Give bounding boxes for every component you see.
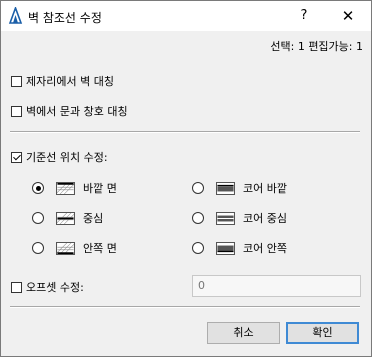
position-option-inside-face[interactable]: 안쪽 면 (32, 240, 117, 256)
cancel-button[interactable]: 취소 (207, 322, 280, 344)
core-inside-icon (216, 241, 235, 255)
position-label: 안쪽 면 (83, 242, 117, 255)
divider (10, 306, 360, 308)
offset-checkbox[interactable] (11, 281, 22, 293)
core-outside-icon (216, 181, 235, 195)
position-radio[interactable] (192, 242, 204, 254)
core-center-icon (216, 211, 235, 225)
position-radio[interactable] (192, 182, 204, 194)
position-radio[interactable] (192, 212, 204, 224)
position-option-center[interactable]: 중심 (32, 210, 103, 226)
close-button[interactable]: ✕ (335, 5, 361, 27)
wall-center-icon (56, 211, 75, 225)
position-label: 코어 중심 (243, 212, 287, 225)
position-label: 코어 바깥 (243, 182, 287, 195)
ok-button[interactable]: 확인 (286, 322, 359, 344)
position-radio[interactable] (32, 212, 44, 224)
position-radio[interactable] (32, 242, 44, 254)
offset-option[interactable]: 오프셋 수정: (11, 279, 84, 295)
position-option-core-outside[interactable]: 코어 바깥 (192, 180, 287, 196)
position-option-core-inside[interactable]: 코어 안쪽 (192, 240, 287, 256)
dialog-title: 벽 참조선 수정 (28, 11, 102, 25)
position-label: 코어 안쪽 (243, 242, 287, 255)
offset-label: 오프셋 수정: (26, 281, 84, 294)
mirror-doors-windows-option[interactable]: 벽에서 문과 창호 대칭 (11, 103, 128, 119)
help-button[interactable]: ? (292, 5, 316, 27)
wall-outside-face-icon (56, 181, 75, 195)
title-bar: 벽 참조선 수정 ? ✕ (1, 1, 371, 31)
reference-line-position-label: 기준선 위치 수정: (26, 151, 108, 164)
archicad-app-icon (8, 7, 23, 24)
position-option-outside-face[interactable]: 바깥 면 (32, 180, 117, 196)
position-option-core-center[interactable]: 코어 중심 (192, 210, 287, 226)
position-label: 바깥 면 (83, 182, 117, 195)
mirror-doors-windows-checkbox[interactable] (11, 105, 22, 117)
position-radio[interactable] (32, 182, 44, 194)
reference-line-position-option[interactable]: 기준선 위치 수정: (11, 149, 108, 165)
wall-reference-line-dialog: 벽 참조선 수정 ? ✕ 선택: 1 편집가능: 1 제자리에서 벽 대칭 벽에… (0, 0, 372, 357)
mirror-doors-windows-label: 벽에서 문과 창호 대칭 (26, 105, 128, 118)
position-label: 중심 (83, 212, 104, 225)
wall-inside-face-icon (56, 241, 75, 255)
selection-info: 선택: 1 편집가능: 1 (270, 40, 363, 53)
mirror-in-place-option[interactable]: 제자리에서 벽 대칭 (11, 73, 114, 89)
divider (10, 131, 360, 133)
mirror-in-place-label: 제자리에서 벽 대칭 (26, 75, 114, 88)
reference-line-position-checkbox[interactable] (11, 151, 22, 163)
offset-value-input[interactable]: 0 (192, 275, 361, 297)
mirror-in-place-checkbox[interactable] (11, 75, 22, 87)
